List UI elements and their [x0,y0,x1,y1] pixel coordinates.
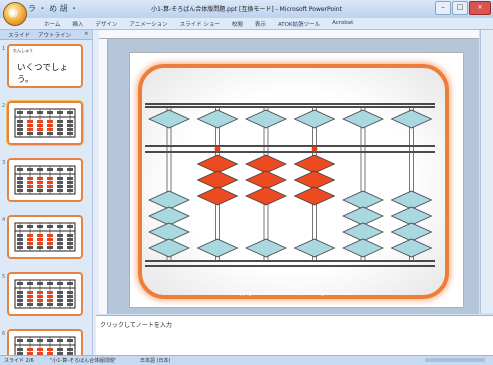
thumbnail-number: 2 [2,103,6,109]
abacus-bead[interactable] [293,238,336,258]
slide-thumbnails-pane: 1 れんしゅう いくつでしょう。 2 3 4 5 6 [0,40,92,355]
thumbnail-abacus [14,222,76,252]
abacus-bead[interactable] [196,170,239,190]
thumbnail-number: 4 [2,217,6,223]
thumbnail-number: 5 [2,274,6,280]
abacus-bead[interactable] [293,186,336,206]
slide-thumbnail[interactable] [7,158,83,202]
notes-pane[interactable]: クリックしてノートを入力 [96,315,493,356]
thumbnail-heading: れんしゅう [13,48,33,53]
abacus-bead[interactable] [196,186,239,206]
abacus-bead[interactable] [342,109,384,129]
minimize-button[interactable]: – [435,1,451,15]
office-button[interactable]: ◉ [3,2,27,26]
pane-tabs: スライド アウトライン × [0,30,92,40]
abacus-bead[interactable] [293,109,336,129]
abacus-bead[interactable] [342,206,384,226]
ribbon-tab[interactable]: 挿入 [72,20,83,28]
abacus-bead[interactable] [342,222,384,242]
copyright-text: Copyright © 2008 Chieru Co.,Ltd. All rig… [233,292,354,297]
thumbnail-number: 6 [2,331,6,337]
thumbnail-abacus [14,165,76,195]
abacus-figure [145,103,435,267]
abacus-bead[interactable] [148,222,190,242]
abacus-bead[interactable] [148,238,190,258]
thumbnail-question: いくつでしょう。 [17,63,69,85]
ribbon-tab[interactable]: ホーム [44,20,60,28]
close-pane-icon[interactable]: × [84,31,89,37]
abacus-bead[interactable] [196,238,239,258]
thumbnail-abacus [14,108,76,138]
ribbon-tab[interactable]: ATOK拡張ツール [278,20,320,28]
slide-counter: スライド 2/6 [4,358,34,364]
close-button[interactable]: × [469,1,491,15]
abacus-bead[interactable] [245,109,287,129]
ribbon-tab[interactable]: 表示 [255,20,266,28]
thumbnail-number: 1 [2,46,6,52]
vertical-scrollbar[interactable] [480,30,493,313]
abacus-bead[interactable] [148,109,190,129]
office-logo-icon: ◉ [8,6,18,19]
language-status: 日本語 (日本) [140,358,171,364]
abacus-bead[interactable] [293,154,336,174]
abacus-bead[interactable] [148,206,190,226]
abacus-bead[interactable] [390,109,433,129]
abacus-bead[interactable] [342,238,384,258]
abacus-bead[interactable] [245,170,287,190]
abacus-bead[interactable] [196,109,239,129]
thumbnail-abacus [14,336,76,355]
abacus-bead[interactable] [245,186,287,206]
notes-placeholder: クリックしてノートを入力 [100,322,172,329]
abacus-bead[interactable] [390,222,433,242]
thumbnail-number: 3 [2,160,6,166]
tab-outline[interactable]: アウトライン [38,31,71,39]
horizontal-ruler [99,30,479,39]
abacus-bead[interactable] [148,190,190,210]
slide-thumbnail[interactable] [7,272,83,316]
abacus-bead[interactable] [293,170,336,190]
ribbon-tab[interactable]: Acrobat [332,20,353,28]
slide-thumbnail[interactable] [7,329,83,355]
abacus-bead[interactable] [196,154,239,174]
window-controls: – □ × [435,1,491,15]
abacus-bead[interactable] [245,238,287,258]
ribbon-tab[interactable]: アニメーション [129,20,167,28]
ribbon-tab[interactable]: デザイン [95,20,117,28]
title-bar: ラ ・ め 胡 ・ 小1-算-そろばん合体版問題.ppt [互換モード] - M… [0,0,493,18]
abacus-bead[interactable] [390,206,433,226]
abacus-bead[interactable] [245,154,287,174]
slide-thumbnail[interactable]: れんしゅういくつでしょう。 [7,44,83,88]
unit-dot [311,146,318,152]
abacus-bead[interactable] [390,190,433,210]
abacus-bead[interactable] [342,190,384,210]
slide-thumbnail[interactable] [7,215,83,259]
theme-name: "小1-算-そろばん合体版問題" [50,358,117,364]
thumbnail-scrollbar[interactable] [92,30,99,355]
ribbon-tab[interactable]: スライド ショー [180,20,220,28]
thumbnail-abacus [14,279,76,309]
tab-slides[interactable]: スライド [8,31,30,39]
slide-thumbnail[interactable] [6,100,84,146]
maximize-button[interactable]: □ [452,1,468,15]
ribbon-tab[interactable]: 校閲 [232,20,243,28]
vertical-ruler [99,39,108,314]
window-title: 小1-算-そろばん合体版問題.ppt [互換モード] - Microsoft P… [151,6,342,13]
ribbon-tabs: ホーム 挿入 デザイン アニメーション スライド ショー 校閲 表示 ATOK拡張ツール Acr… [0,18,493,30]
unit-dot [214,146,221,152]
abacus-bead[interactable] [390,238,433,258]
zoom-slider[interactable] [425,358,485,362]
